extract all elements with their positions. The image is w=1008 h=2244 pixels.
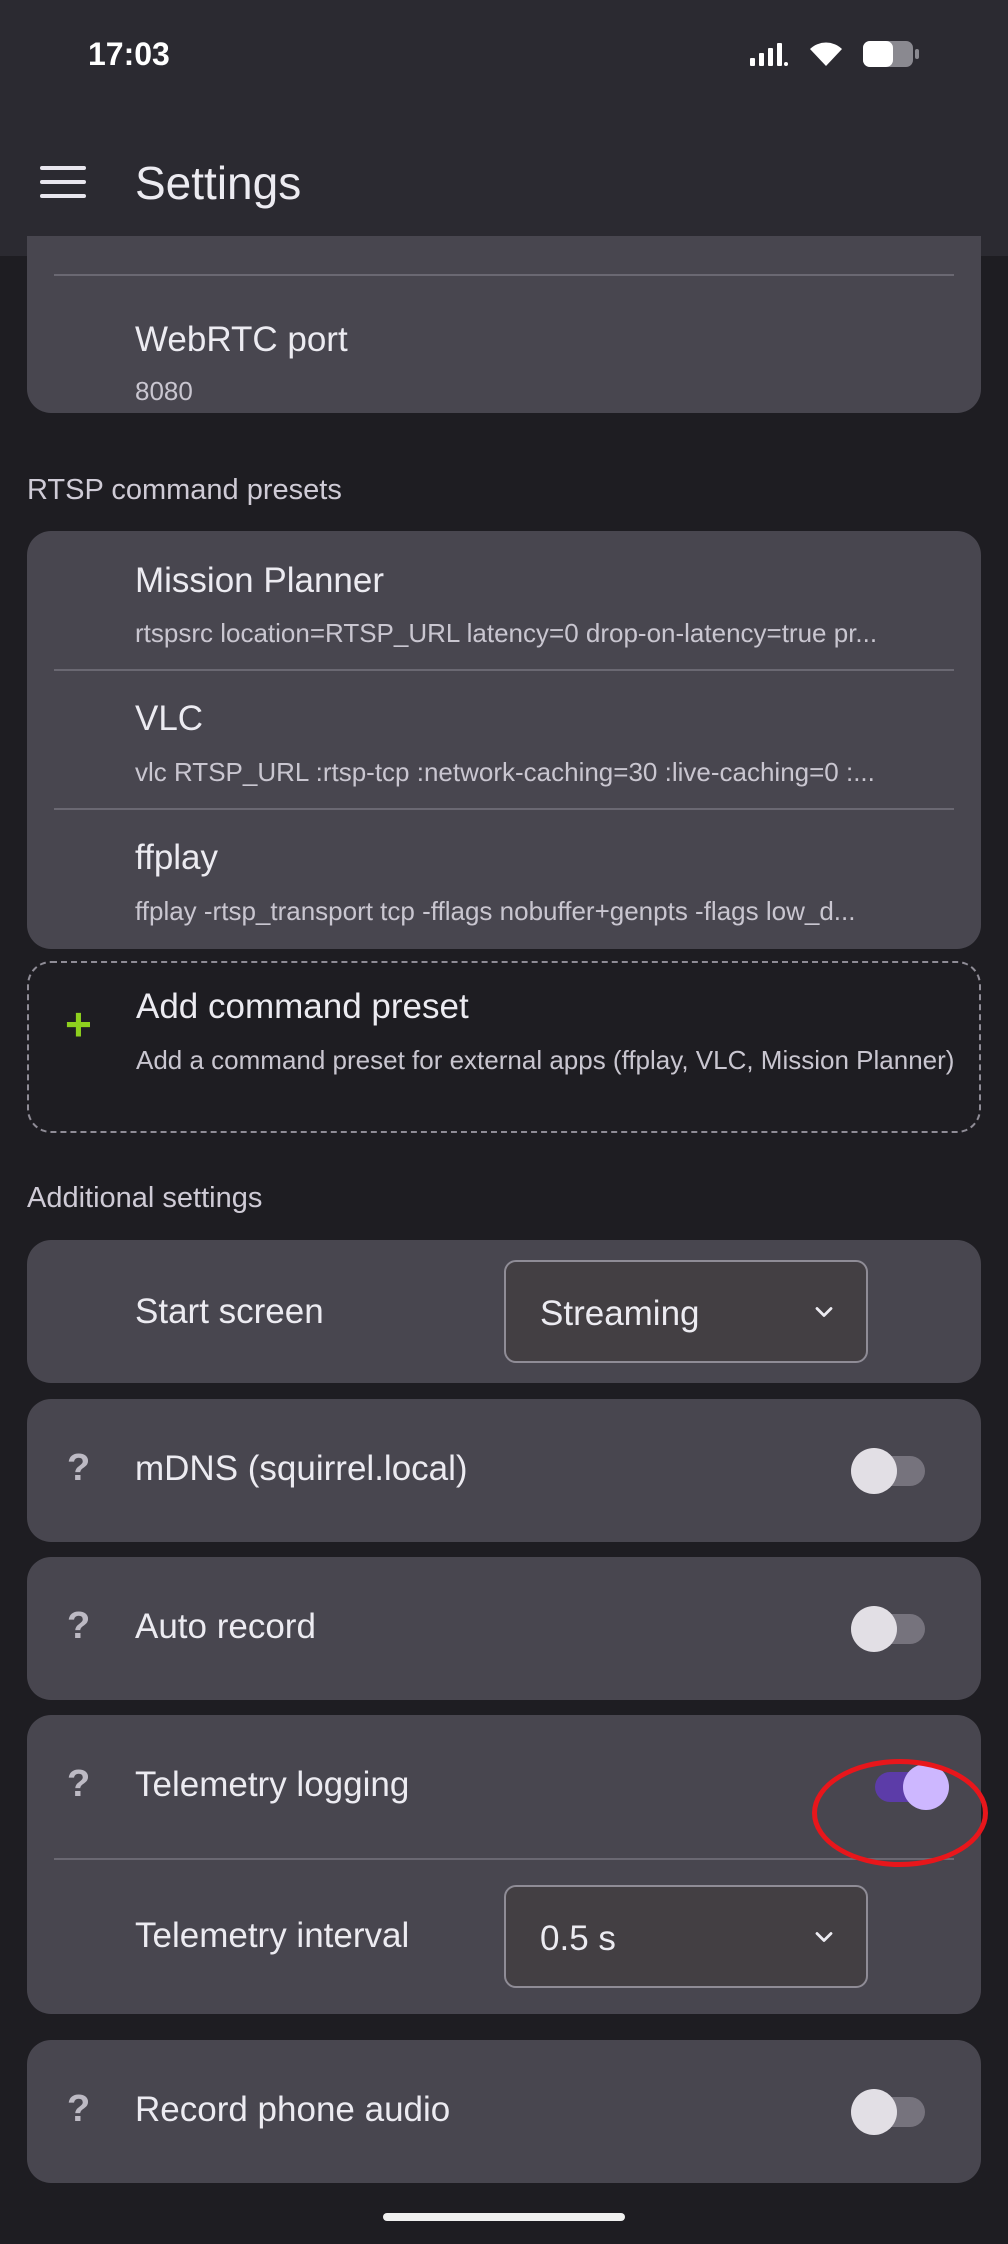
mdns-label: mDNS (squirrel.local) [135,1449,468,1488]
record-audio-label: Record phone audio [135,2090,451,2129]
telemetry-interval-label: Telemetry interval [135,1916,410,1955]
telemetry-interval-dropdown[interactable]: 0.5 s [504,1885,868,1988]
status-time: 17:03 [88,36,170,72]
preset-name: Mission Planner [135,561,384,600]
preset-command: vlc RTSP_URL :rtsp-tcp :network-caching=… [135,757,875,787]
preset-command: rtspsrc location=RTSP_URL latency=0 drop… [135,618,878,648]
record-audio-card: ? Record phone audio [27,2040,981,2183]
preset-item-vlc[interactable]: VLC vlc RTSP_URL :rtsp-tcp :network-cach… [27,671,981,809]
record-audio-toggle[interactable] [851,2082,931,2142]
help-icon[interactable]: ? [67,1605,90,1648]
preset-name: VLC [135,699,204,738]
add-preset-description: Add a command preset for external apps (… [136,1045,955,1075]
start-screen-label: Start screen [135,1292,324,1331]
page-title: Settings [135,157,302,209]
webrtc-port-value: 8080 [135,376,193,406]
start-screen-card: Start screen Streaming [27,1240,981,1383]
network-settings-card: WebRTC port 8080 [27,236,981,413]
start-screen-dropdown[interactable]: Streaming [504,1260,868,1363]
auto-record-toggle[interactable] [851,1599,931,1659]
add-command-preset-button[interactable]: + Add command preset Add a command prese… [27,961,981,1133]
battery-icon [863,41,919,67]
presets-card: Mission Planner rtspsrc location=RTSP_UR… [27,531,981,949]
webrtc-port-title[interactable]: WebRTC port [135,320,348,360]
add-preset-title: Add command preset [136,987,469,1026]
hamburger-menu-icon[interactable] [40,166,86,202]
auto-record-label: Auto record [135,1607,316,1646]
plus-icon: + [65,998,92,1050]
preset-item-mission-planner[interactable]: Mission Planner rtspsrc location=RTSP_UR… [27,531,981,669]
signal-icon [750,43,788,66]
telemetry-logging-label: Telemetry logging [135,1765,410,1804]
highlight-circle [812,1759,988,1867]
app-bar: Settings [0,110,1008,256]
preset-item-ffplay[interactable]: ffplay ffplay -rtsp_transport tcp -fflag… [27,810,981,948]
telemetry-card: ? Telemetry logging Telemetry interval 0… [27,1715,981,2014]
section-additional-settings: Additional settings [27,1182,263,1214]
chevron-down-icon [815,1307,833,1317]
start-screen-value: Streaming [540,1294,700,1333]
mdns-toggle[interactable] [851,1441,931,1501]
status-bar: 17:03 [0,0,1008,110]
wifi-icon [810,42,842,66]
telemetry-interval-value: 0.5 s [540,1919,616,1958]
status-icons [750,40,920,68]
home-indicator[interactable] [383,2213,625,2221]
help-icon[interactable]: ? [67,1763,90,1806]
mdns-card: ? mDNS (squirrel.local) [27,1399,981,1542]
divider [54,1858,954,1860]
help-icon[interactable]: ? [67,2088,90,2131]
auto-record-card: ? Auto record [27,1557,981,1700]
divider [54,274,954,276]
chevron-down-icon [815,1932,833,1942]
section-rtsp-presets: RTSP command presets [27,474,342,506]
help-icon[interactable]: ? [67,1447,90,1490]
preset-command: ffplay -rtsp_transport tcp -fflags nobuf… [135,896,856,926]
preset-name: ffplay [135,838,219,877]
